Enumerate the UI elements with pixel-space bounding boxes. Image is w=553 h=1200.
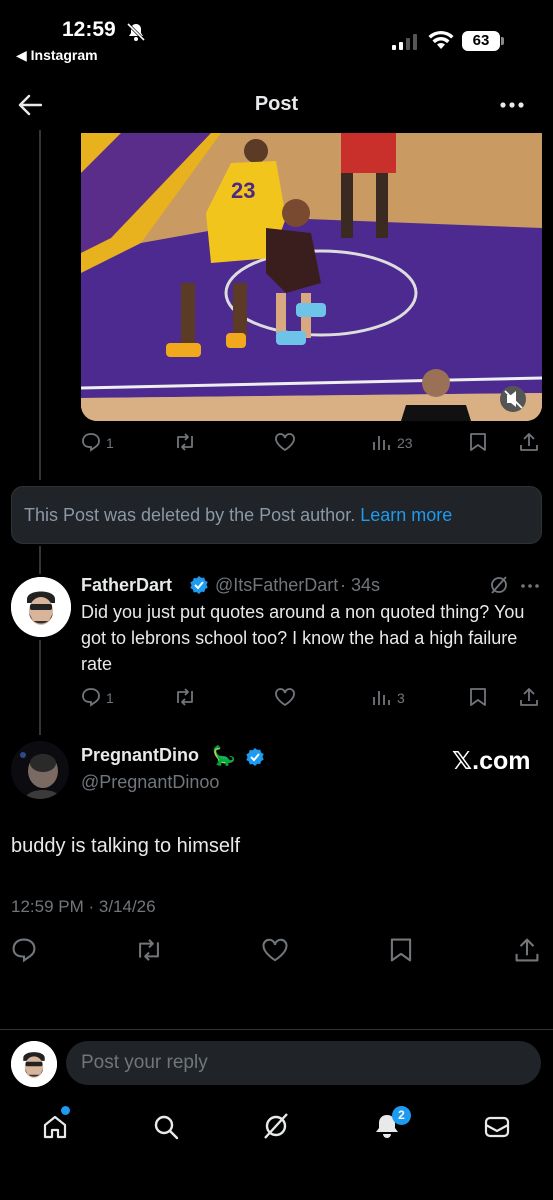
more-options-icon[interactable] [521,583,539,589]
views-count: 23 [397,435,413,451]
post-timestamp: 12:59 PM · 3/14/26 [11,897,156,916]
repost-icon[interactable] [174,687,196,707]
grok-icon[interactable] [262,1112,290,1140]
wifi-icon [428,30,454,50]
page-title: Post [254,93,299,115]
search-icon[interactable] [152,1113,180,1141]
signal-icon [392,34,420,50]
jersey-number: 23 [231,178,255,203]
verified-badge-icon [245,747,265,767]
repost-icon[interactable] [135,937,163,963]
verified-badge-icon [189,575,209,595]
post-time: · 34s [340,575,381,595]
deleted-post-notice: This Post was deleted by the Post author… [11,486,542,544]
author-name[interactable]: PregnantDino [81,745,199,766]
thread-line [39,130,41,480]
author-handle[interactable]: @ItsFatherDart [215,575,338,596]
like-icon[interactable] [261,937,289,963]
views-icon[interactable] [372,433,390,451]
reply-icon[interactable] [11,937,37,963]
author-handle[interactable]: @PregnantDinoo [81,772,219,793]
divider [0,1029,553,1030]
back-to-app-link[interactable]: ◀ Instagram [16,47,98,64]
reply-count: 1 [106,435,114,451]
views-count: 3 [397,690,405,706]
reply-input[interactable]: Post your reply [66,1041,541,1085]
reply-count: 1 [106,690,114,706]
like-icon[interactable] [274,687,296,707]
battery-level: 63 [462,31,500,51]
bookmark-icon[interactable] [469,687,487,707]
reply-icon[interactable] [81,432,101,452]
bell-slash-icon [126,22,146,42]
grok-icon[interactable] [489,575,509,595]
avatar [11,1041,57,1087]
share-icon[interactable] [519,432,539,452]
post-video[interactable]: 23 [81,133,542,421]
avatar[interactable] [11,741,69,799]
mute-icon[interactable] [500,387,526,413]
home-icon[interactable] [41,1113,69,1141]
reply-icon[interactable] [81,687,101,707]
author-name[interactable]: FatherDart [81,575,172,596]
bookmark-icon[interactable] [469,432,487,452]
share-icon[interactable] [514,937,540,963]
avatar[interactable] [11,577,71,637]
share-icon[interactable] [519,687,539,707]
views-icon[interactable] [372,688,390,706]
like-icon[interactable] [274,432,296,452]
home-notification-dot [61,1106,70,1115]
reply-text: Did you just put quotes around a non quo… [81,602,525,674]
messages-icon[interactable] [483,1113,511,1141]
thread-line [39,640,41,735]
more-options-icon[interactable] [500,101,524,109]
status-time: 12:59 [62,18,116,41]
bookmark-icon[interactable] [389,937,413,963]
deleted-notice-text: This Post was deleted by the Post author… [24,505,361,525]
watermark: 𝕏.com [452,747,531,775]
thread-line [39,546,41,574]
dinosaur-emoji: 🦕 [212,746,236,767]
post-text: buddy is talking to himself [11,835,241,857]
battery-tip [501,37,504,45]
learn-more-link[interactable]: Learn more [360,505,452,525]
notifications-badge: 2 [392,1106,411,1125]
repost-icon[interactable] [174,432,196,452]
